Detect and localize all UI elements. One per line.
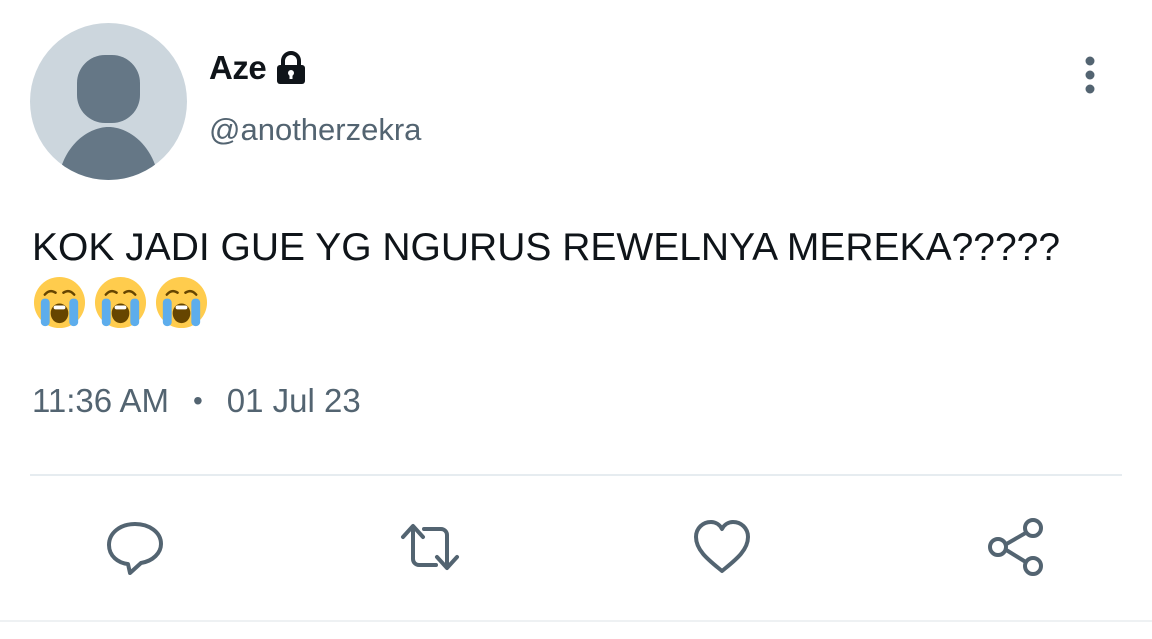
user-name-row[interactable]: Aze (209, 46, 309, 90)
crying-face-emoji-icon (94, 276, 147, 329)
like-icon (694, 520, 750, 573)
tweet-emojis (32, 275, 209, 333)
avatar[interactable] (30, 23, 187, 180)
display-name[interactable]: Aze (209, 49, 267, 87)
retweet-button[interactable] (398, 515, 462, 579)
share-icon (988, 518, 1043, 576)
reply-icon (107, 522, 163, 575)
retweet-icon (401, 524, 459, 570)
more-vertical-icon (1085, 56, 1095, 94)
meta-separator: • (192, 385, 203, 416)
more-options-button[interactable] (1074, 54, 1106, 98)
reply-button[interactable] (103, 515, 167, 579)
tweet-text: KOK JADI GUE YG NGURUS REWELNYA MEREKA??… (32, 226, 1061, 269)
like-button[interactable] (690, 515, 754, 579)
crying-face-emoji-icon (33, 276, 86, 329)
divider (30, 474, 1122, 476)
tweet-date: 01 Jul 23 (226, 382, 361, 419)
default-avatar-icon (58, 55, 159, 180)
lock-icon (277, 51, 306, 84)
crying-face-emoji-icon (155, 276, 208, 329)
tweet-time: 11:36 AM (32, 382, 169, 419)
tweet-timestamp[interactable]: 11:36 AM • 01 Jul 23 (32, 382, 361, 420)
bottom-divider (0, 620, 1152, 622)
user-handle[interactable]: @anotherzekra (209, 112, 421, 148)
share-button[interactable] (985, 515, 1049, 579)
